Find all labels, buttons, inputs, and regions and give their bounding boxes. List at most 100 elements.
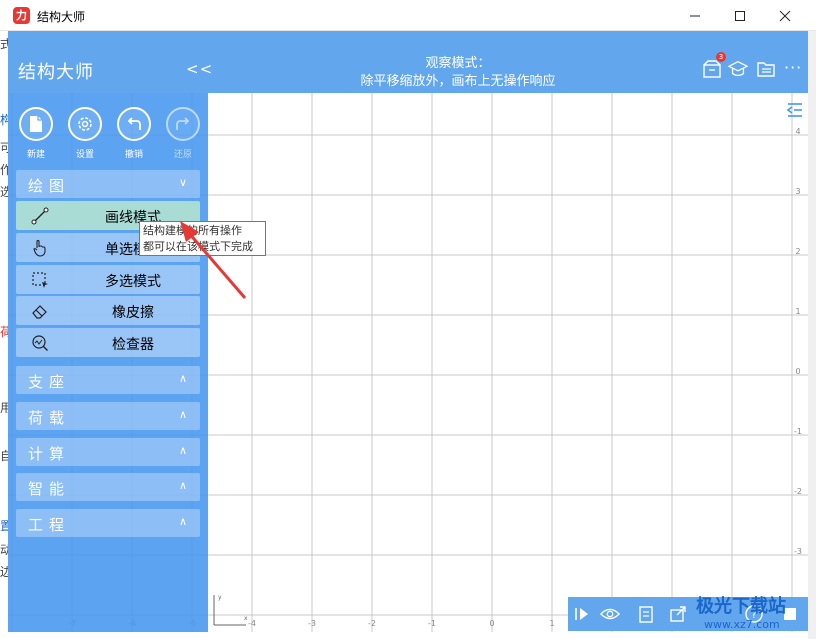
- undo-button[interactable]: 撤销: [114, 107, 154, 160]
- notification-badge: 3: [716, 52, 726, 62]
- window-title: 结构大师: [37, 10, 86, 24]
- x-tick-label: 0: [489, 619, 494, 628]
- strip-char: 作: [0, 163, 8, 177]
- gear-icon: [68, 107, 102, 141]
- sidebar-panel: 新建 设置 撤销 还原 绘图 ∨ 画线模式 单选模式 多选模式 橡皮擦 检查器 …: [8, 93, 208, 632]
- y-tick-label: -1: [794, 427, 802, 436]
- maximize-icon: [734, 10, 745, 21]
- close-icon: [779, 10, 790, 21]
- strip-char: 可: [0, 141, 8, 155]
- section-load[interactable]: 荷载 ∧: [16, 402, 200, 430]
- watermark-text: 极光下载站: [696, 596, 786, 617]
- section-label: 绘图: [28, 177, 71, 195]
- minimize-icon: [689, 15, 700, 16]
- redo-button[interactable]: 还原: [163, 107, 203, 160]
- magnifier-icon: [32, 335, 48, 351]
- redo-icon: [166, 107, 200, 141]
- y-tick-label: 1: [795, 307, 800, 316]
- more-menu-button[interactable]: ···: [784, 58, 802, 77]
- section-drawing[interactable]: 绘图 ∨: [16, 170, 200, 198]
- tooltip-line: 都可以在该模式下完成: [143, 240, 253, 253]
- document-icon[interactable]: [636, 604, 656, 624]
- multi-select-item[interactable]: 多选模式: [16, 265, 200, 294]
- strip-char: 构: [0, 113, 8, 127]
- tooltip-line: 结构建模的所有操作: [143, 224, 242, 237]
- maximize-button[interactable]: [717, 0, 762, 31]
- y-tick-label: 4: [795, 127, 800, 136]
- folder-list-icon[interactable]: [756, 59, 776, 79]
- new-button[interactable]: 新建: [16, 107, 56, 160]
- settings-label: 设置: [75, 150, 94, 160]
- watermark-url: www.xz7.com: [704, 618, 780, 631]
- x-tick-label: 1: [549, 619, 554, 628]
- line-draw-icon: [31, 207, 49, 225]
- eraser-item[interactable]: 橡皮擦: [16, 296, 200, 325]
- y-tick-label: -3: [794, 547, 802, 556]
- y-tick-label: 2: [795, 247, 800, 256]
- right-window-edge: [808, 31, 816, 639]
- title-bar: 力 结构大师: [0, 0, 816, 31]
- chevron-up-icon: ∧: [178, 372, 187, 385]
- x-tick-label: -3: [308, 619, 316, 628]
- y-tick-label: 3: [795, 187, 800, 196]
- redo-label: 还原: [173, 150, 192, 160]
- brand-title: 结构大师: [18, 62, 94, 83]
- hand-pointer-icon: [33, 239, 46, 257]
- x-tick-label: -4: [248, 619, 256, 628]
- strip-char: 自: [0, 449, 8, 463]
- marquee-select-icon: [32, 272, 48, 288]
- close-button[interactable]: [762, 0, 807, 31]
- inspector-item[interactable]: 检查器: [16, 328, 200, 357]
- axis-x-label: x: [244, 615, 248, 622]
- section-compute[interactable]: 计算 ∧: [16, 438, 200, 466]
- y-tick-label: -2: [794, 487, 802, 496]
- strip-char: 荷: [0, 325, 8, 339]
- section-smart[interactable]: 智能 ∧: [16, 473, 200, 501]
- strip-char: 置: [0, 519, 8, 533]
- new-label: 新建: [26, 150, 45, 160]
- section-label: 智能: [28, 480, 71, 498]
- settings-button[interactable]: 设置: [65, 107, 105, 160]
- section-label: 支座: [28, 373, 71, 391]
- play-icon[interactable]: [572, 604, 592, 624]
- mode-description: 除平移缩放外，画布上无操作响应: [360, 74, 556, 89]
- section-label: 荷载: [28, 409, 71, 427]
- app-logo-icon: 力: [13, 7, 30, 24]
- chevron-up-icon: ∧: [178, 444, 187, 457]
- section-project[interactable]: 工程 ∧: [16, 509, 200, 537]
- app-window: 力 结构大师 式 构 可 作 选 荷 用 自 置 动 边 结构大师 << 观察模…: [0, 0, 816, 639]
- eraser-icon: [32, 305, 47, 319]
- section-label: 工程: [28, 516, 71, 534]
- item-label: 橡皮擦: [112, 305, 154, 321]
- background-document-strip: 式 构 可 作 选 荷 用 自 置 动 边: [0, 31, 8, 639]
- messages-box-icon[interactable]: [702, 59, 722, 79]
- section-support[interactable]: 支座 ∧: [16, 366, 200, 394]
- eye-icon[interactable]: [600, 604, 620, 624]
- chevron-up-icon: ∧: [178, 408, 187, 421]
- x-tick-label: -2: [368, 619, 376, 628]
- strip-char: 用: [0, 401, 8, 415]
- app-header: 结构大师 << 观察模式： 除平移缩放外，画布上无操作响应 3 ···: [8, 31, 808, 93]
- item-label: 多选模式: [105, 274, 161, 290]
- minimize-button[interactable]: [672, 0, 717, 31]
- axis-y-label: y: [218, 594, 222, 601]
- x-tick-label: -1: [428, 619, 436, 628]
- item-label: 检查器: [112, 337, 154, 353]
- strip-char: 选: [0, 185, 8, 199]
- graduation-cap-icon[interactable]: [728, 59, 748, 79]
- mode-title: 观察模式：: [425, 56, 491, 71]
- line-mode-tooltip: 结构建模的所有操作 都可以在该模式下完成: [139, 221, 266, 256]
- export-icon[interactable]: [668, 604, 688, 624]
- undo-icon: [117, 107, 151, 141]
- strip-char: 式: [0, 37, 8, 51]
- chevron-up-icon: ∧: [178, 479, 187, 492]
- chevron-down-icon: ∨: [178, 176, 187, 189]
- new-file-icon: [19, 107, 53, 141]
- section-label: 计算: [28, 445, 71, 463]
- y-tick-label: 0: [795, 367, 800, 376]
- panel-toggle-icon[interactable]: [786, 101, 804, 119]
- strip-char: 边: [0, 565, 8, 579]
- strip-char: 动: [0, 543, 8, 557]
- chevron-up-icon: ∧: [178, 515, 187, 528]
- undo-label: 撤销: [124, 150, 143, 160]
